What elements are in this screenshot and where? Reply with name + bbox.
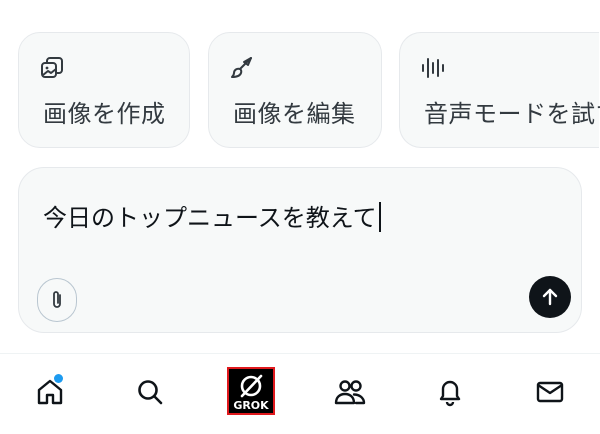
bottom-nav: GROK [0, 354, 600, 434]
send-button[interactable] [529, 276, 571, 318]
nav-communities[interactable] [330, 372, 370, 412]
create-image-chip[interactable]: 画像を作成 [18, 32, 190, 148]
grok-logo-icon [240, 374, 263, 398]
attach-button[interactable] [37, 278, 77, 322]
prompt-text: 今日のトップニュースを教えて [43, 204, 377, 232]
search-icon [138, 380, 163, 405]
nav-search[interactable] [130, 372, 170, 412]
mail-icon [536, 381, 564, 403]
brush-icon [231, 57, 252, 78]
people-icon [334, 380, 366, 405]
voice-mode-label: 音声モードを試す [424, 100, 600, 128]
text-caret [378, 202, 381, 232]
paperclip-icon [53, 291, 61, 308]
edit-image-chip[interactable]: 画像を編集 [208, 32, 382, 148]
quick-actions-row: 画像を作成 画像を編集 音声モードを試す [0, 0, 600, 160]
prompt-input[interactable]: 今日のトップニュースを教えて [43, 198, 381, 233]
nav-messages[interactable] [530, 372, 570, 412]
nav-notifications[interactable] [430, 372, 470, 412]
nav-grok[interactable]: GROK [227, 367, 275, 415]
grok-label: GROK [233, 399, 269, 412]
arrow-up-icon [542, 288, 558, 306]
edit-image-label: 画像を編集 [233, 100, 356, 128]
bell-icon [439, 380, 461, 407]
home-badge-dot [54, 374, 63, 383]
waveform-icon [422, 58, 444, 78]
create-image-label: 画像を作成 [43, 100, 166, 128]
voice-mode-chip[interactable]: 音声モードを試す [399, 32, 600, 148]
image-stack-icon [41, 57, 63, 78]
nav-home[interactable] [30, 372, 70, 412]
prompt-composer[interactable]: 今日のトップニュースを教えて [18, 167, 582, 333]
